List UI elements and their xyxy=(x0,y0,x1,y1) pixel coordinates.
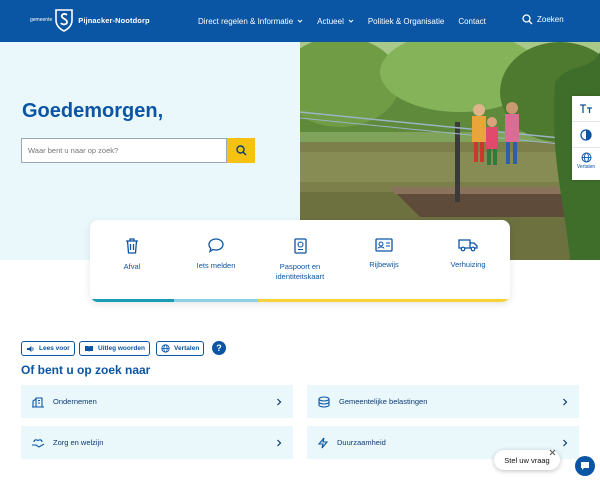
translate-button[interactable]: Vertalen xyxy=(156,341,205,356)
translate-tool-button[interactable]: Vertalen xyxy=(572,148,600,174)
task-label: Rijbewijs xyxy=(369,260,399,269)
explain-words-button[interactable]: Uitleg woorden xyxy=(79,341,150,356)
task-rijbewijs[interactable]: Rijbewijs xyxy=(342,220,426,302)
site-search-button[interactable] xyxy=(227,138,255,163)
category-label: Zorg en welzijn xyxy=(53,438,104,447)
task-label: Afval xyxy=(123,262,141,271)
category-zorg-en-welzijn[interactable]: Zorg en welzijn xyxy=(21,426,293,459)
chevron-right-icon xyxy=(277,439,282,446)
category-ondernemen[interactable]: Ondernemen xyxy=(21,385,293,418)
text-size-icon xyxy=(580,103,592,113)
globe-icon xyxy=(581,152,591,163)
passport-icon xyxy=(293,238,307,254)
speaker-icon xyxy=(27,345,34,352)
chevron-right-icon xyxy=(563,439,568,446)
lightning-icon xyxy=(317,437,329,448)
contrast-button[interactable] xyxy=(572,122,600,148)
task-paspoort[interactable]: Paspoort en identiteitskaart xyxy=(258,220,342,302)
task-label: Verhuizing xyxy=(450,260,486,269)
help-button[interactable]: ? xyxy=(212,341,226,355)
chat-icon xyxy=(581,462,589,470)
chevron-right-icon xyxy=(277,398,282,405)
truck-icon xyxy=(458,239,478,252)
logo-name: Pijnacker-Nootdorp xyxy=(78,15,150,25)
globe-icon xyxy=(161,344,170,353)
chevron-right-icon xyxy=(563,398,568,405)
task-bar-segment-1 xyxy=(90,299,174,302)
nav-politiek-organisatie[interactable]: Politiek & Organisatie xyxy=(368,17,444,26)
category-gemeentelijke-belastingen[interactable]: Gemeentelijke belastingen xyxy=(307,385,579,418)
task-label: Iets melden xyxy=(196,261,236,270)
main-navigation: Direct regelen & Informatie Actueel Poli… xyxy=(198,0,500,42)
nav-label: Contact xyxy=(458,16,486,26)
section-title: Of bent u op zoek naar xyxy=(21,363,151,377)
chat-close-button[interactable] xyxy=(547,447,557,457)
business-icon xyxy=(32,396,44,408)
municipality-logo[interactable]: gemeente Pijnacker-Nootdorp xyxy=(30,8,150,32)
greeting-heading: Goedemorgen, xyxy=(22,100,164,122)
id-card-icon xyxy=(375,238,393,252)
task-iets-melden[interactable]: Iets melden xyxy=(174,220,258,302)
care-icon xyxy=(32,438,45,448)
speech-bubble-icon xyxy=(208,238,224,253)
contrast-icon xyxy=(580,128,592,141)
chevron-down-icon xyxy=(297,19,303,23)
chevron-down-icon xyxy=(348,19,354,23)
trash-icon xyxy=(126,238,138,254)
logo-prefix: gemeente xyxy=(30,17,53,23)
category-label: Gemeentelijke belastingen xyxy=(339,397,428,406)
book-icon xyxy=(85,345,93,352)
read-aloud-button[interactable]: Lees voor xyxy=(21,341,75,356)
task-label: Paspoort en identiteitskaart xyxy=(275,262,325,281)
top-tasks-card: Afval Iets melden Paspoort en identiteit… xyxy=(90,220,510,302)
accessibility-tools: Vertalen xyxy=(572,96,600,180)
nav-label: Direct regelen & Informatie xyxy=(198,16,294,26)
task-bar-segment-4 xyxy=(426,299,510,302)
category-label: Duurzaamheid xyxy=(337,438,386,447)
chat-open-button[interactable] xyxy=(575,456,595,476)
search-icon xyxy=(522,14,533,25)
nav-direct-regelen[interactable]: Direct regelen & Informatie xyxy=(198,17,303,26)
nav-actueel[interactable]: Actueel xyxy=(317,17,354,26)
nav-contact[interactable]: Contact xyxy=(458,17,486,26)
nav-label: Actueel xyxy=(317,16,344,26)
site-search-input[interactable] xyxy=(21,138,227,163)
task-bar-segment-2 xyxy=(174,299,258,302)
close-icon xyxy=(549,449,555,455)
logo-mark-icon xyxy=(55,9,74,32)
task-bar-segment-3 xyxy=(258,299,426,302)
search-label: Zoeken xyxy=(537,15,564,24)
translate-label: Vertalen xyxy=(174,345,200,352)
explain-words-label: Uitleg woorden xyxy=(98,345,145,352)
translate-tool-label: Vertalen xyxy=(576,164,596,170)
search-icon xyxy=(235,145,246,156)
header-search-button[interactable]: Zoeken xyxy=(522,14,564,25)
task-afval[interactable]: Afval xyxy=(90,220,174,302)
task-verhuizing[interactable]: Verhuizing xyxy=(426,220,510,302)
nav-label: Politiek & Organisatie xyxy=(367,16,445,26)
text-size-button[interactable] xyxy=(572,96,600,122)
read-aloud-label: Lees voor xyxy=(39,345,70,352)
top-navigation-bar: gemeente Pijnacker-Nootdorp Direct regel… xyxy=(0,0,600,42)
category-label: Ondernemen xyxy=(53,397,97,406)
coins-icon xyxy=(318,395,330,408)
